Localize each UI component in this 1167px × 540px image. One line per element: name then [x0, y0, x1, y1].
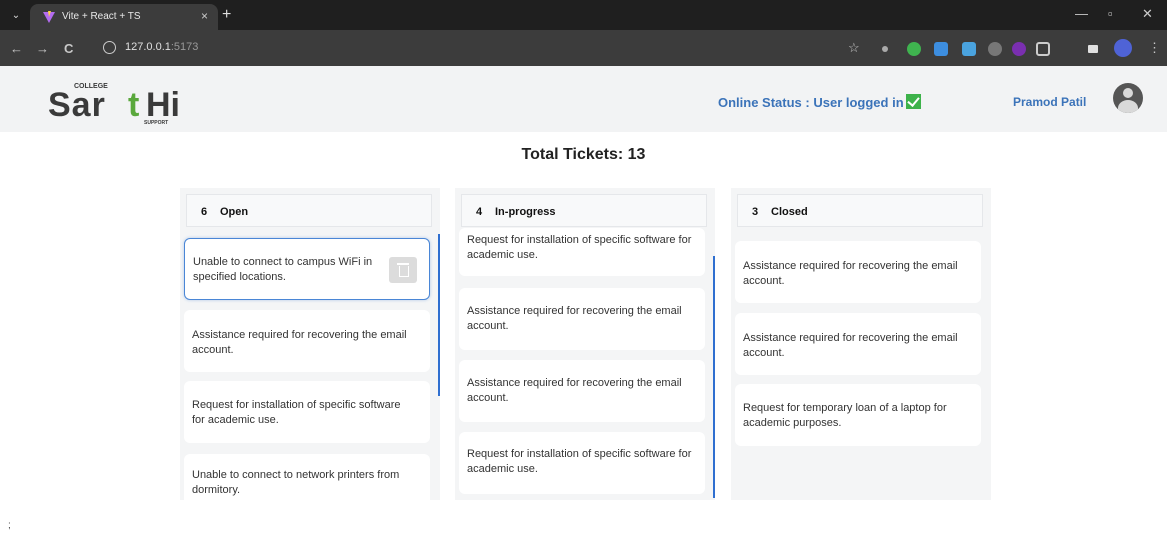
column-closed: 3 Closed Assistance required for recover…	[731, 188, 991, 500]
forward-button[interactable]: →	[36, 41, 49, 56]
ticket-count: 3	[752, 206, 759, 218]
ticket-text: Assistance required for recovering the e…	[467, 377, 682, 404]
svg-text:SUPPORT: SUPPORT	[144, 120, 168, 126]
ticket-card[interactable]: Request for installation of specific sof…	[184, 381, 430, 443]
profile-avatar-icon[interactable]	[1114, 39, 1132, 57]
ticket-text: Request for installation of specific sof…	[467, 448, 692, 475]
browser-toolbar: ← → C 127.0.0.1:5173 ☆ ⋮	[0, 30, 1167, 66]
ticket-card[interactable]: Request for temporary loan of a laptop f…	[735, 384, 981, 446]
page-title: Total Tickets: 13	[521, 146, 646, 163]
new-tab-button[interactable]: +	[222, 6, 231, 24]
column-title: Closed	[771, 206, 808, 218]
media-icon[interactable]	[1088, 45, 1098, 53]
ticket-text: Request for installation of specific sof…	[467, 234, 692, 261]
svg-text:t: t	[128, 86, 139, 124]
window-close-button[interactable]: ✕	[1142, 6, 1153, 22]
ticket-text: Unable to connect to network printers fr…	[192, 469, 400, 496]
column-open: 6 Open Unable to connect to campus WiFi …	[180, 188, 440, 500]
ticket-text: Assistance required for recovering the e…	[743, 260, 958, 287]
check-icon	[905, 94, 921, 109]
ticket-text: Assistance required for recovering the e…	[467, 305, 682, 332]
ticket-card[interactable]: Unable to connect to campus WiFi in spec…	[184, 238, 430, 300]
ticket-card[interactable]: Assistance required for recovering the e…	[459, 288, 705, 350]
browser-tab[interactable]: Vite + React + TS ×	[30, 4, 218, 30]
minimize-button[interactable]: —	[1075, 6, 1088, 21]
user-avatar[interactable]	[1113, 83, 1143, 113]
user-name[interactable]: Pramod Patil	[1013, 95, 1086, 109]
svg-text:Hi: Hi	[146, 86, 180, 124]
reload-button[interactable]: C	[64, 41, 73, 56]
ticket-text: Unable to connect to campus WiFi in spec…	[193, 256, 373, 283]
back-button[interactable]: ←	[10, 41, 23, 56]
scrollbar[interactable]	[713, 256, 715, 498]
ticket-card[interactable]: Assistance required for recovering the e…	[459, 360, 705, 422]
extensions-puzzle-icon[interactable]	[1036, 42, 1050, 56]
ticket-text: Assistance required for recovering the e…	[192, 329, 407, 356]
site-info-icon[interactable]	[103, 41, 116, 54]
sarthi-logo: COLLEGE Sar t Hi SUPPORT	[48, 83, 180, 126]
address-bar[interactable]: 127.0.0.1:5173	[95, 36, 875, 60]
column-title: Open	[220, 206, 249, 218]
column-in-progress: 4 In-progress Request for installation o…	[455, 188, 715, 500]
column-title: In-progress	[495, 206, 556, 218]
ticket-card[interactable]: Request for installation of specific sof…	[459, 432, 705, 494]
bookmark-star-icon[interactable]: ☆	[848, 40, 860, 56]
extension-icon[interactable]	[988, 42, 1002, 56]
scrollbar[interactable]	[438, 234, 440, 396]
url-text: 127.0.0.1:5173	[125, 41, 199, 53]
column-header: 3 Closed	[737, 194, 983, 227]
ticket-card[interactable]: Assistance required for recovering the e…	[184, 310, 430, 372]
restore-button[interactable]: ▫	[1108, 6, 1113, 21]
browser-tab-bar: ⌄ Vite + React + TS × + — ▫ ✕	[0, 0, 1167, 30]
online-status: Online Status : User logged in	[718, 94, 921, 110]
vite-icon	[43, 11, 55, 23]
svg-text:Sar: Sar	[48, 86, 106, 124]
extension-icon[interactable]	[934, 42, 948, 56]
ticket-text: Request for installation of specific sof…	[192, 399, 401, 426]
column-header: 6 Open	[186, 194, 432, 227]
online-status-text: Online Status : User logged in	[718, 95, 904, 110]
extension-icon[interactable]	[962, 42, 976, 56]
ticket-text: Assistance required for recovering the e…	[743, 332, 958, 359]
extension-icon[interactable]	[882, 46, 888, 52]
extension-icon[interactable]	[1012, 42, 1026, 56]
ticket-card[interactable]: Unable to connect to network printers fr…	[184, 454, 430, 500]
tab-title: Vite + React + TS	[62, 11, 141, 22]
ticket-card[interactable]: Request for installation of specific sof…	[459, 228, 705, 276]
ticket-text: Request for temporary loan of a laptop f…	[743, 402, 947, 429]
ticket-card[interactable]: Assistance required for recovering the e…	[735, 313, 981, 375]
browser-menu-icon[interactable]: ⋮	[1148, 40, 1161, 56]
tab-close-icon[interactable]: ×	[201, 9, 208, 23]
ticket-card[interactable]: Assistance required for recovering the e…	[735, 241, 981, 303]
ticket-count: 4	[476, 206, 483, 218]
column-header: 4 In-progress	[461, 194, 707, 227]
stray-text: ;	[8, 520, 11, 531]
ticket-count: 6	[201, 206, 208, 218]
delete-icon[interactable]	[389, 257, 417, 283]
extension-icon[interactable]	[907, 42, 921, 56]
app-header: COLLEGE Sar t Hi SUPPORT Online Status :…	[0, 66, 1167, 132]
tab-list-button[interactable]: ⌄	[8, 8, 24, 24]
